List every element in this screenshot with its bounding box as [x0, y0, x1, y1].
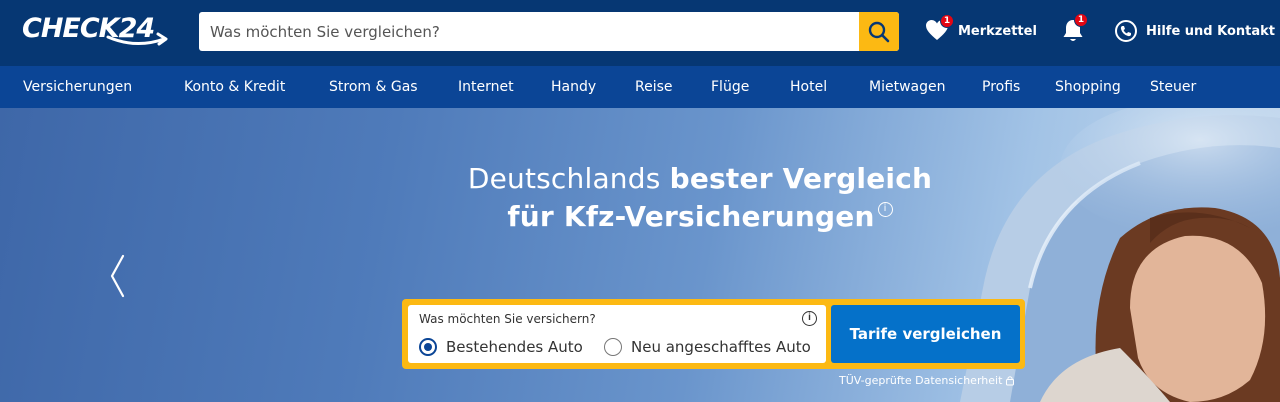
- search-button[interactable]: [859, 12, 899, 51]
- merkzettel-link[interactable]: 1 Merkzettel: [925, 14, 1037, 48]
- chevron-left-icon[interactable]: [108, 254, 126, 298]
- logo-swoosh-icon: [106, 32, 168, 46]
- category-nav: Versicherungen Konto & Kredit Strom & Ga…: [0, 66, 1280, 108]
- info-icon[interactable]: i: [877, 202, 893, 217]
- hero-title-light: Deutschlands: [467, 162, 661, 195]
- help-contact-link[interactable]: Hilfe und Kontakt: [1114, 14, 1275, 48]
- nav-item-versicherungen[interactable]: Versicherungen: [23, 66, 132, 108]
- hero-title-bold-1: bester Vergleich: [669, 162, 933, 195]
- nav-item-reise[interactable]: Reise: [635, 66, 673, 108]
- help-contact-label: Hilfe und Kontakt: [1146, 23, 1276, 39]
- nav-item-fluege[interactable]: Flüge: [711, 66, 749, 108]
- compare-tariffs-button[interactable]: Tarife vergleichen: [831, 305, 1020, 363]
- hero-banner: Deutschlands bester Vergleich für Kfz-Ve…: [0, 108, 1280, 402]
- hero-title-bold-2: für Kfz-Versicherungen: [507, 200, 875, 233]
- top-header: CHECK24 1 Merkzettel 1: [0, 0, 1280, 66]
- nav-item-profis[interactable]: Profis: [982, 66, 1020, 108]
- hero-headline: Deutschlands bester Vergleich für Kfz-Ve…: [400, 160, 1000, 236]
- radio-unchecked-icon: [604, 338, 622, 356]
- nav-item-shopping[interactable]: Shopping: [1055, 66, 1121, 108]
- phone-icon: [1115, 20, 1137, 42]
- merkzettel-label: Merkzettel: [958, 23, 1037, 39]
- nav-item-steuer[interactable]: Steuer: [1150, 66, 1196, 108]
- search-icon: [868, 21, 890, 42]
- nav-item-konto-kredit[interactable]: Konto & Kredit: [184, 66, 285, 108]
- radio-checked-icon: [419, 338, 437, 356]
- radio-label: Bestehendes Auto: [446, 338, 583, 356]
- insurance-form: Was möchten Sie versichern? i Bestehende…: [402, 299, 1025, 369]
- merkzettel-count-badge: 1: [940, 14, 954, 28]
- radio-bestehendes-auto[interactable]: Bestehendes Auto: [419, 338, 583, 356]
- main-search-bar: [199, 12, 899, 51]
- lock-icon: [1006, 376, 1015, 386]
- insurance-type-selector: Was möchten Sie versichern? i Bestehende…: [408, 305, 826, 363]
- nav-item-handy[interactable]: Handy: [551, 66, 596, 108]
- form-info-icon[interactable]: i: [802, 311, 817, 326]
- nav-item-internet[interactable]: Internet: [458, 66, 514, 108]
- tuv-label: TÜV-geprüfte Datensicherheit: [839, 374, 1003, 387]
- nav-item-strom-gas[interactable]: Strom & Gas: [329, 66, 418, 108]
- form-question: Was möchten Sie versichern?: [419, 312, 596, 326]
- notifications-button[interactable]: 1: [1062, 13, 1088, 48]
- cta-label: Tarife vergleichen: [849, 325, 1002, 343]
- search-input[interactable]: [199, 12, 859, 51]
- radio-label: Neu angeschafftes Auto: [631, 338, 811, 356]
- notifications-count-badge: 1: [1074, 13, 1088, 27]
- nav-item-mietwagen[interactable]: Mietwagen: [869, 66, 945, 108]
- nav-item-hotel[interactable]: Hotel: [790, 66, 827, 108]
- tuv-security-note[interactable]: TÜV-geprüfte Datensicherheit: [839, 374, 1015, 387]
- radio-neu-angeschafftes-auto[interactable]: Neu angeschafftes Auto: [604, 338, 811, 356]
